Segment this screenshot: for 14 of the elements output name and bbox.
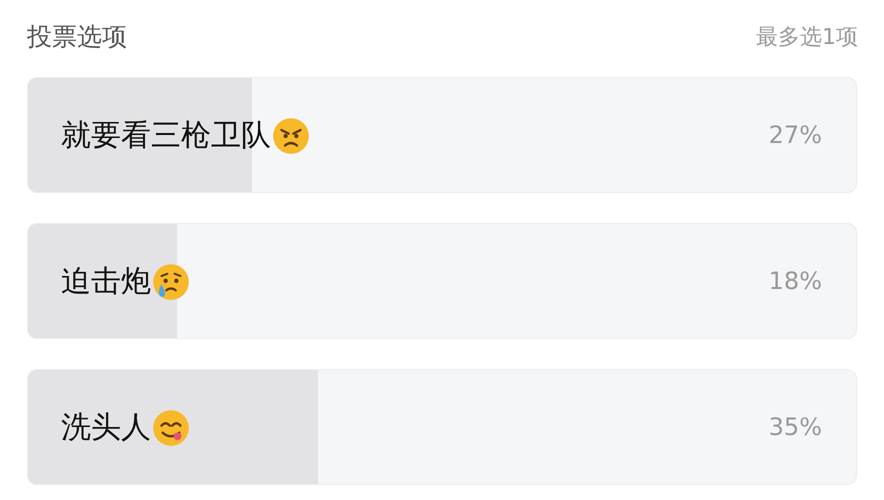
vote-option[interactable]: 迫击炮 18% [27, 223, 857, 339]
emoji-face-icon [152, 263, 190, 301]
vote-percent: 27% [768, 120, 822, 151]
selection-limit: 最多选1项 [756, 24, 858, 52]
option-label: 迫击炮 [61, 262, 151, 300]
emoji-face-icon [272, 117, 310, 155]
option-label: 就要看三枪卫队 [61, 116, 271, 154]
vote-option[interactable]: 就要看三枪卫队 27% [27, 77, 857, 193]
vote-percent: 35% [768, 412, 822, 443]
option-label: 洗头人 [61, 408, 151, 446]
vote-option[interactable]: 洗头人 35% [27, 369, 857, 485]
vote-percent: 18% [768, 266, 822, 297]
section-title: 投票选项 [27, 21, 127, 54]
emoji-face-icon [152, 409, 190, 447]
